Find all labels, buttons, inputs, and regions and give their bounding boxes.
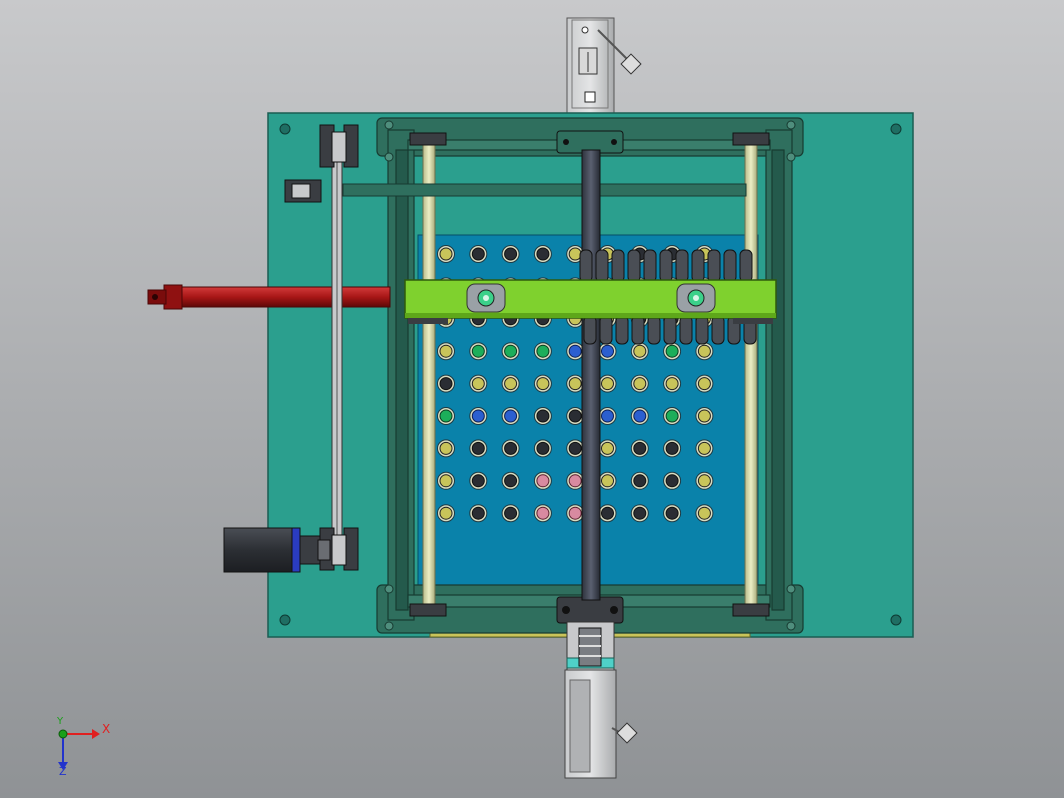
sample-hole-core <box>439 377 453 391</box>
rear-cross-bar <box>342 183 747 197</box>
drag-chain-link <box>583 315 597 345</box>
triad-y-label: Y <box>57 716 64 727</box>
sample-hole-core <box>568 344 582 358</box>
sample-hole-core <box>504 247 518 261</box>
sample-hole-core <box>568 441 582 455</box>
belt-rail <box>331 141 343 543</box>
sample-hole-core <box>568 377 582 391</box>
drag-chain-link <box>675 249 689 283</box>
sample-hole-core <box>439 441 453 455</box>
sample-hole-core <box>665 506 679 520</box>
sample-hole-core <box>633 409 647 423</box>
sample-hole-core <box>601 474 614 488</box>
sample-hole-core <box>504 474 518 488</box>
drag-chain-link <box>679 315 693 345</box>
sample-hole-core <box>536 377 550 391</box>
sample-hole-core <box>471 474 485 488</box>
sensor-block <box>284 179 322 203</box>
sample-hole-core <box>633 441 647 455</box>
sample-hole-core <box>568 247 582 261</box>
triad-z-label: Z <box>59 765 67 778</box>
sample-hole-core <box>471 441 485 455</box>
drag-chain-link <box>707 249 721 283</box>
drag-chain-link <box>695 315 709 345</box>
sample-hole-core <box>633 344 647 358</box>
sample-hole-core <box>601 506 614 520</box>
sample-hole-core <box>633 377 647 391</box>
sample-hole-core <box>504 377 518 391</box>
sample-hole-core <box>601 441 614 455</box>
drag-chain-link <box>643 249 657 283</box>
drag-chain-link <box>723 249 737 283</box>
beam-carriage-left <box>466 283 506 313</box>
beam-carriage-right <box>676 283 716 313</box>
sample-hole-core <box>439 474 453 488</box>
triad-y-axis <box>58 729 68 739</box>
sample-hole-core <box>665 377 679 391</box>
sample-hole-core <box>471 377 485 391</box>
sample-hole-core <box>697 409 711 423</box>
drag-chain-link <box>691 249 705 283</box>
sample-hole-core <box>471 409 485 423</box>
bottom-coupler <box>566 621 615 671</box>
sample-hole-core <box>697 377 711 391</box>
sample-hole-core <box>504 441 518 455</box>
sample-hole-core <box>536 409 550 423</box>
sample-hole-core <box>633 474 647 488</box>
sample-hole-core <box>697 344 711 358</box>
sample-hole-core <box>665 474 679 488</box>
triad-x-label: X <box>102 722 111 736</box>
sample-hole-core <box>568 506 582 520</box>
drag-chain-link <box>611 249 625 283</box>
sample-hole-core <box>536 474 550 488</box>
cad-viewport[interactable]: X Y Z <box>0 0 1064 798</box>
sample-hole-core <box>439 506 453 520</box>
drag-chain-link <box>663 315 677 345</box>
sample-hole-core <box>439 344 453 358</box>
drag-chain-link <box>659 249 673 283</box>
sample-hole-core <box>697 506 711 520</box>
sample-hole-core <box>601 409 614 423</box>
sample-hole-core <box>471 506 485 520</box>
sample-hole-core <box>536 506 550 520</box>
drag-chain-link <box>627 249 641 283</box>
sample-hole-core <box>504 506 518 520</box>
sample-hole-core <box>439 409 453 423</box>
ball-screw <box>581 149 601 601</box>
drag-chain-link <box>599 315 613 345</box>
cad-model-view[interactable] <box>0 0 1064 798</box>
sample-hole-core <box>568 474 582 488</box>
drag-chain-link <box>711 315 725 345</box>
sample-hole-core <box>471 247 485 261</box>
sample-hole-core <box>665 344 679 358</box>
drag-chain-link <box>647 315 661 345</box>
sample-hole-core <box>665 409 679 423</box>
drag-chain-link <box>579 249 593 283</box>
sample-hole-core <box>697 474 711 488</box>
drag-chain-link <box>739 249 753 283</box>
sample-hole-core <box>536 344 550 358</box>
sample-hole-core <box>633 506 647 520</box>
drag-chain-link <box>615 315 629 345</box>
sample-hole-core <box>504 409 518 423</box>
pneumatic-cylinder <box>147 284 391 310</box>
drag-chain-link <box>631 315 645 345</box>
sample-hole-core <box>665 441 679 455</box>
sample-hole-core <box>601 377 614 391</box>
sample-hole-core <box>471 344 485 358</box>
sample-hole-core <box>439 247 453 261</box>
gantry-beam <box>404 279 777 324</box>
sample-hole-core <box>504 344 518 358</box>
sample-hole-core <box>536 441 550 455</box>
sample-hole-core <box>568 409 582 423</box>
sample-hole-core <box>601 344 614 358</box>
sample-hole-core <box>697 441 711 455</box>
drag-chain-link <box>595 249 609 283</box>
sample-hole-core <box>536 247 550 261</box>
